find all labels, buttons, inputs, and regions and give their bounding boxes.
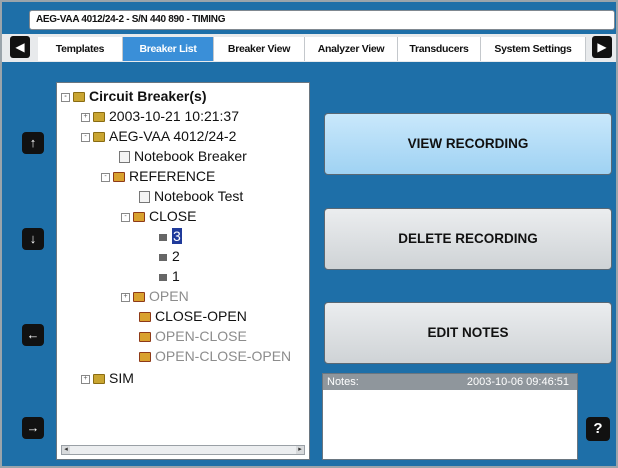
folder-icon (139, 332, 151, 343)
tree-node-recording-3[interactable]: 3 (159, 227, 182, 245)
collapse-icon[interactable]: - (81, 132, 90, 142)
recording-icon (159, 233, 167, 241)
collapse-icon[interactable]: - (61, 92, 70, 102)
tree-node-reference[interactable]: - REFERENCE (101, 167, 215, 185)
arrow-down-icon[interactable]: ↓ (22, 228, 44, 250)
tab-breaker-list[interactable]: Breaker List (123, 37, 214, 61)
notes-panel: Notes: 2003-10-06 09:46:51 (322, 373, 578, 460)
tree-node-breaker[interactable]: - AEG-VAA 4012/24-2 (81, 127, 236, 145)
recording-icon (159, 273, 167, 281)
tree-node-date[interactable]: +2003-10-21 10:21:37 (81, 107, 239, 125)
folder-icon (93, 112, 105, 123)
tree-node-recording-1[interactable]: 1 (159, 267, 180, 285)
folder-icon (133, 292, 145, 303)
app-screen: AEG-VAA 4012/24-2 - S/N 440 890 - TIMING… (0, 0, 618, 468)
expand-icon[interactable]: + (81, 374, 90, 384)
notes-header: Notes: 2003-10-06 09:46:51 (323, 374, 577, 390)
horizontal-scrollbar[interactable]: ◂ ▸ (61, 445, 305, 455)
tab-templates[interactable]: Templates (38, 37, 123, 61)
next-tab-icon[interactable]: ▶ (592, 36, 612, 58)
tree-node-sim[interactable]: + SIM (81, 369, 134, 387)
expand-icon[interactable]: + (121, 292, 130, 302)
folder-icon (133, 212, 145, 223)
notes-label: Notes: (327, 376, 359, 388)
tab-analyzer-view[interactable]: Analyzer View (305, 37, 398, 61)
folder-icon (73, 92, 85, 103)
folder-icon (93, 374, 105, 385)
breaker-tree[interactable]: - Circuit Breaker(s) +2003-10-21 10:21:37… (56, 82, 310, 460)
scroll-right-icon[interactable]: ▸ (296, 446, 304, 454)
arrow-right-icon[interactable]: → (22, 417, 44, 439)
tab-bar: ◀ Templates Breaker List Breaker View An… (2, 34, 616, 62)
tree-node-notebook-test[interactable]: Notebook Test (139, 187, 243, 205)
help-icon[interactable]: ? (586, 417, 610, 441)
notebook-icon (139, 191, 150, 204)
tree-node-close[interactable]: - CLOSE (121, 207, 196, 225)
collapse-icon[interactable]: - (101, 172, 110, 182)
tree-node-open[interactable]: + OPEN (121, 287, 189, 305)
arrow-up-icon[interactable]: ↑ (22, 132, 44, 154)
tree-node-notebook-breaker[interactable]: Notebook Breaker (119, 147, 247, 165)
recording-icon (159, 253, 167, 261)
delete-recording-button[interactable]: DELETE RECORDING (324, 208, 612, 270)
tree-node-open-close[interactable]: OPEN-CLOSE (139, 327, 247, 345)
scroll-left-icon[interactable]: ◂ (62, 446, 70, 454)
view-recording-button[interactable]: VIEW RECORDING (324, 113, 612, 175)
tab-transducers[interactable]: Transducers (398, 37, 481, 61)
tree-node-open-close-open[interactable]: OPEN-CLOSE-OPEN (139, 347, 291, 365)
folder-icon (93, 132, 105, 143)
arrow-left-icon[interactable]: ← (22, 324, 44, 346)
tree-node-root[interactable]: - Circuit Breaker(s) (61, 87, 207, 105)
prev-tab-icon[interactable]: ◀ (10, 36, 30, 58)
expand-icon[interactable]: + (81, 112, 90, 122)
tab-breaker-view[interactable]: Breaker View (214, 37, 305, 61)
edit-notes-button[interactable]: EDIT NOTES (324, 302, 612, 364)
notes-timestamp: 2003-10-06 09:46:51 (466, 376, 569, 388)
window-title: AEG-VAA 4012/24-2 - S/N 440 890 - TIMING (29, 10, 615, 30)
collapse-icon[interactable]: - (121, 212, 130, 222)
tree-node-recording-2[interactable]: 2 (159, 247, 180, 265)
tree-node-close-open[interactable]: CLOSE-OPEN (139, 307, 247, 325)
folder-icon (113, 172, 125, 183)
tab-system-settings[interactable]: System Settings (481, 37, 586, 61)
folder-icon (139, 352, 151, 363)
notebook-icon (119, 151, 130, 164)
folder-icon (139, 312, 151, 323)
